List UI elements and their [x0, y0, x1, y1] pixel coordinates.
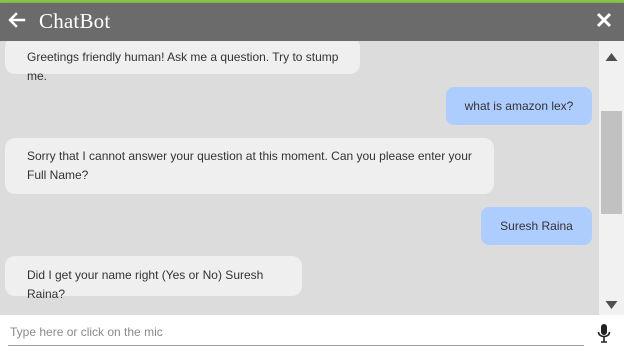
input-bar — [0, 315, 624, 353]
chat-title: ChatBot — [39, 9, 111, 33]
message-input[interactable] — [8, 321, 588, 343]
message-input-wrapper — [8, 321, 588, 346]
bot-message: Sorry that I cannot answer your question… — [5, 138, 494, 194]
message-text: Did I get your name right (Yes or No) Su… — [27, 268, 264, 301]
scroll-up-button[interactable] — [605, 49, 618, 61]
user-message: what is amazon lex? — [446, 87, 592, 125]
triangle-up-icon — [605, 53, 618, 61]
mic-button[interactable] — [596, 323, 612, 345]
message-text: Suresh Raina — [500, 219, 573, 233]
message-text: what is amazon lex? — [464, 99, 574, 113]
message-text: Greetings friendly human! Ask me a quest… — [27, 50, 339, 83]
chat-messages[interactable]: Greetings friendly human! Ask me a quest… — [0, 41, 599, 315]
bot-message: Did I get your name right (Yes or No) Su… — [5, 256, 302, 301]
chat-header: ChatBot — [0, 3, 624, 41]
bot-message: Greetings friendly human! Ask me a quest… — [5, 41, 360, 83]
close-button[interactable] — [596, 12, 612, 28]
back-button[interactable] — [6, 9, 28, 31]
user-message: Suresh Raina — [481, 207, 592, 245]
scroll-down-button[interactable] — [605, 297, 618, 309]
microphone-icon — [597, 324, 611, 343]
back-arrow-icon — [8, 12, 26, 28]
triangle-down-icon — [605, 301, 618, 309]
chat-scrollbar[interactable] — [599, 41, 624, 315]
close-icon — [596, 12, 612, 28]
scrollbar-thumb[interactable] — [601, 111, 622, 214]
message-text: Sorry that I cannot answer your question… — [27, 149, 472, 182]
